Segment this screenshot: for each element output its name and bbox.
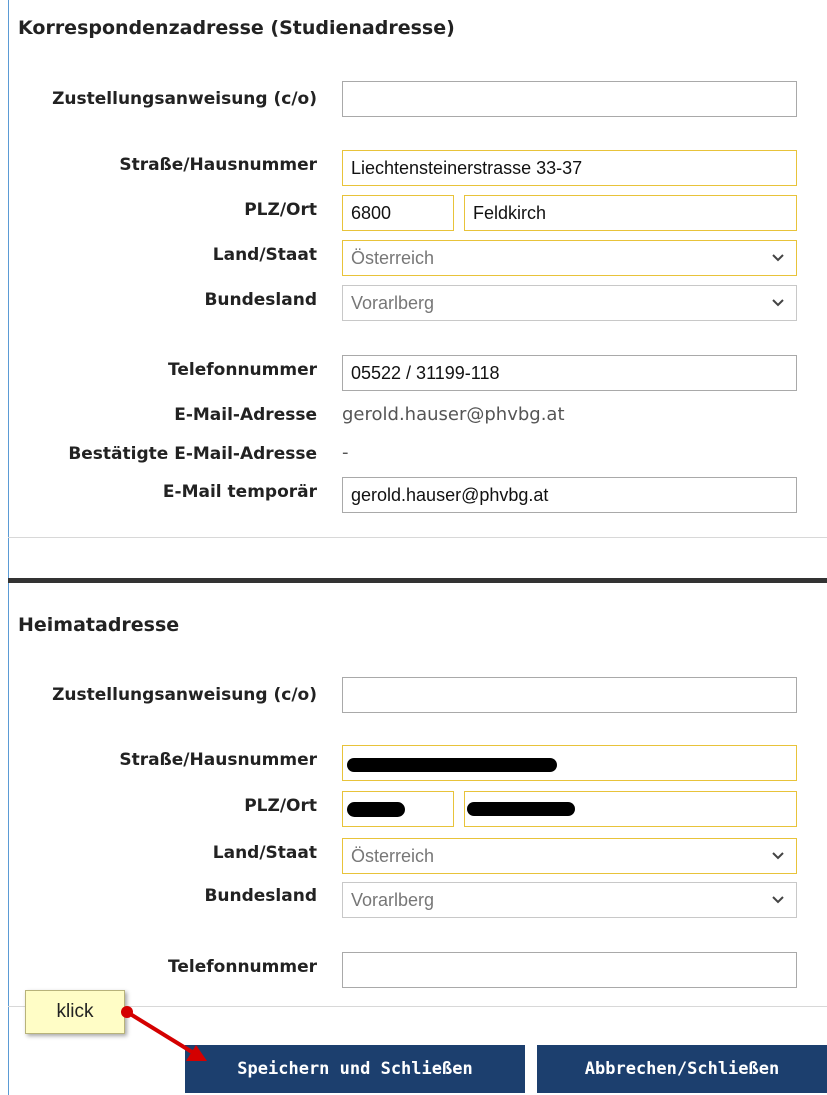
label-street: Straße/Hausnummer xyxy=(119,155,317,175)
street-input[interactable]: Liechtensteinerstrasse 33-37 xyxy=(342,150,797,186)
label-co: Zustellungsanweisung (c/o) xyxy=(52,685,317,705)
heimat-land-select[interactable]: Österreich xyxy=(342,838,797,874)
label-telefon: Telefonnummer xyxy=(168,360,317,380)
heimat-co-input[interactable] xyxy=(342,677,797,713)
frame-border xyxy=(8,0,9,1095)
label-bundesland: Bundesland xyxy=(204,290,317,310)
land-select[interactable]: Österreich xyxy=(342,240,797,276)
heimat-ort-input[interactable] xyxy=(464,791,797,827)
footer-divider xyxy=(8,1006,827,1007)
email-confirmed-value: - xyxy=(342,442,349,463)
label-email-temp: E-Mail temporär xyxy=(162,482,317,502)
save-and-close-button[interactable]: Speichern und Schließen xyxy=(185,1045,525,1093)
chevron-down-icon xyxy=(772,299,784,307)
bundesland-select[interactable]: Vorarlberg xyxy=(342,285,797,321)
label-email: E-Mail-Adresse xyxy=(174,405,317,425)
label-co: Zustellungsanweisung (c/o) xyxy=(52,89,317,109)
chevron-down-icon xyxy=(772,896,784,904)
heimat-plz-input[interactable] xyxy=(342,791,454,827)
ort-input[interactable]: Feldkirch xyxy=(464,195,797,231)
email-value: gerold.hauser@phvbg.at xyxy=(342,404,565,425)
co-input[interactable] xyxy=(342,81,797,117)
label-bundesland: Bundesland xyxy=(204,886,317,906)
heimat-land-select-value: Österreich xyxy=(351,846,435,866)
section-divider-thin xyxy=(8,537,827,538)
label-plz-ort: PLZ/Ort xyxy=(244,200,317,220)
email-temp-input[interactable]: gerold.hauser@phvbg.at xyxy=(342,477,797,513)
heimat-bundesland-select-value: Vorarlberg xyxy=(351,890,435,910)
chevron-down-icon xyxy=(772,254,784,262)
land-select-value: Österreich xyxy=(351,248,435,268)
telefon-input[interactable]: 05522 / 31199-118 xyxy=(342,355,797,391)
bundesland-select-value: Vorarlberg xyxy=(351,293,435,313)
section-title-heimat: Heimatadresse xyxy=(18,614,180,636)
label-land: Land/Staat xyxy=(212,245,317,265)
heimat-telefon-input[interactable] xyxy=(342,952,797,988)
label-email-confirmed: Bestätigte E-Mail-Adresse xyxy=(68,444,317,464)
heimat-street-input[interactable] xyxy=(342,745,797,781)
label-land: Land/Staat xyxy=(212,843,317,863)
label-street: Straße/Hausnummer xyxy=(119,750,317,770)
plz-input[interactable]: 6800 xyxy=(342,195,454,231)
section-title-korrespondenz: Korrespondenzadresse (Studienadresse) xyxy=(18,17,455,39)
cancel-close-button[interactable]: Abbrechen/Schließen xyxy=(537,1045,827,1093)
heimat-bundesland-select[interactable]: Vorarlberg xyxy=(342,882,797,918)
label-plz-ort: PLZ/Ort xyxy=(244,796,317,816)
redaction-mark xyxy=(347,802,405,817)
redaction-mark xyxy=(347,758,557,772)
chevron-down-icon xyxy=(772,852,784,860)
redaction-mark xyxy=(467,802,575,816)
section-divider-thick xyxy=(8,578,827,583)
annotation-note: klick xyxy=(25,990,125,1034)
label-telefon: Telefonnummer xyxy=(168,957,317,977)
